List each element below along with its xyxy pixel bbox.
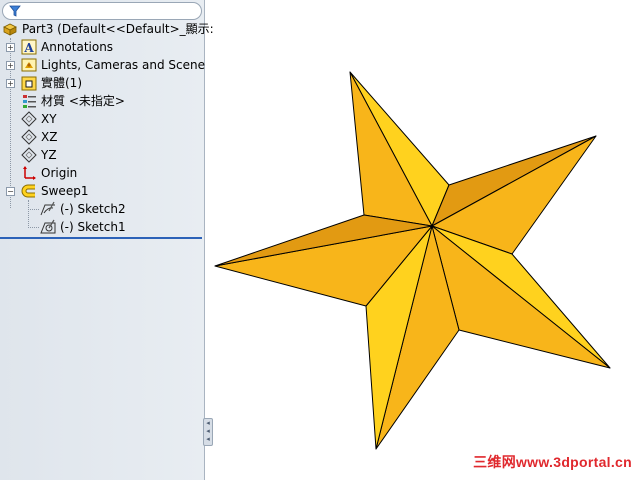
tree-item-solid-bodies[interactable]: + 實體(1) (0, 74, 204, 92)
sketch-icon (40, 219, 56, 234)
sweep-icon (21, 184, 35, 198)
feature-manager-panel: Part3 (Default<<Default>_顯示: + A Annotat… (0, 0, 214, 480)
origin-icon (23, 166, 36, 180)
tree-item-label: (-) Sketch1 (60, 220, 126, 234)
solid-bodies-icon (21, 76, 37, 91)
filter-bar[interactable] (2, 2, 202, 20)
tree-item-plane-yz[interactable]: YZ (0, 146, 204, 164)
tree-item-sweep[interactable]: − Sweep1 (0, 182, 204, 200)
tree-item-label: XZ (41, 130, 58, 144)
graphics-area[interactable] (206, 0, 640, 480)
tree-item-plane-xy[interactable]: XY (0, 110, 204, 128)
part-name-label: Part3 (Default<<Default>_顯示: (22, 22, 214, 36)
tree-item-sketch1[interactable]: (-) Sketch1 (0, 218, 204, 236)
tree-item-lights-cameras[interactable]: + Lights, Cameras and Scene (0, 56, 205, 74)
tree-line (28, 227, 39, 228)
tree-item-label: Origin (41, 166, 78, 180)
filter-icon[interactable] (9, 5, 21, 17)
tree-item-label: XY (41, 112, 57, 126)
lights-icon (21, 58, 37, 72)
expand-icon[interactable]: + (6, 61, 15, 70)
tree-item-label: 材質 <未指定> (41, 94, 125, 108)
tree-item-label: (-) Sketch2 (60, 202, 126, 216)
annotations-icon: A (21, 39, 37, 55)
rollback-bar[interactable] (0, 237, 202, 239)
star-face[interactable] (349, 71, 433, 227)
star-face[interactable] (431, 225, 611, 369)
tree-item-label: 實體(1) (41, 76, 82, 90)
feature-tree: Part3 (Default<<Default>_顯示: + A Annotat… (0, 20, 214, 236)
expand-icon[interactable]: + (6, 79, 15, 88)
collapse-icon[interactable]: − (6, 187, 15, 196)
tree-item-label: Annotations (41, 40, 114, 54)
tree-root-part[interactable]: Part3 (Default<<Default>_顯示: (0, 20, 214, 38)
tree-item-label: Sweep1 (41, 184, 89, 198)
tree-item-material[interactable]: 材質 <未指定> (0, 92, 204, 110)
tree-item-label: YZ (41, 148, 57, 162)
material-icon (23, 95, 36, 108)
plane-icon (21, 111, 37, 127)
tree-line (28, 209, 39, 210)
tree-item-plane-xz[interactable]: XZ (0, 128, 204, 146)
plane-icon (21, 147, 37, 163)
star-model[interactable] (206, 0, 640, 480)
tree-item-sketch2[interactable]: (-) Sketch2 (0, 200, 204, 218)
sketch-icon (40, 201, 55, 216)
tree-item-label: Lights, Cameras and Scene (41, 58, 205, 72)
tree-item-origin[interactable]: Origin (0, 164, 204, 182)
watermark: 三维网www.3dportal.cn (473, 454, 632, 470)
expand-icon[interactable]: + (6, 43, 15, 52)
part-icon (3, 23, 17, 36)
plane-icon (21, 129, 37, 145)
tree-item-annotations[interactable]: + A Annotations (0, 38, 204, 56)
svg-text:A: A (23, 41, 34, 55)
